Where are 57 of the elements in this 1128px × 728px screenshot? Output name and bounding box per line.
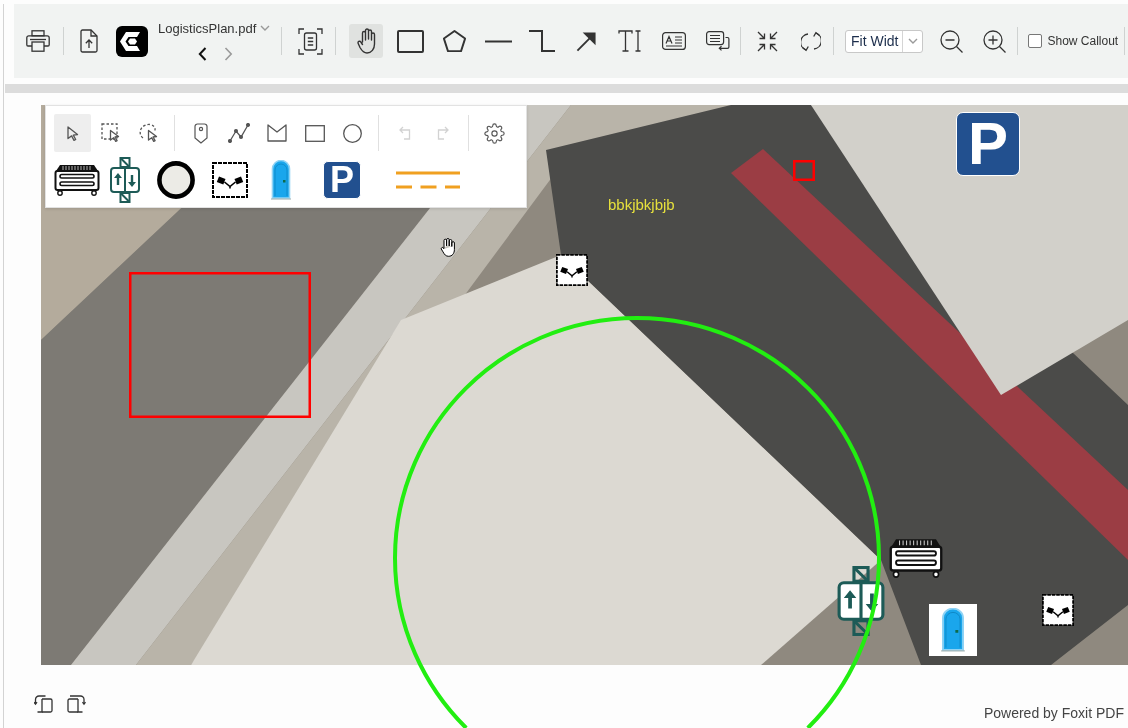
file-name[interactable]: LogisticsPlan.pdf — [158, 20, 257, 36]
logo-icon — [116, 25, 148, 57]
arrow-icon — [575, 30, 597, 52]
file-upload-icon — [80, 29, 98, 53]
dumpster-icon — [889, 538, 943, 578]
hand-tool-button[interactable] — [349, 24, 383, 58]
rotate-left-button[interactable] — [33, 693, 53, 713]
pentagon-icon — [441, 29, 467, 53]
fit-page-icon — [297, 27, 323, 55]
crossed-flags-icon — [556, 254, 588, 286]
text-cursor-icon — [618, 30, 642, 52]
portable-toilet-icon — [929, 604, 977, 656]
elevator-icon — [836, 566, 886, 636]
text-annotation: bbkjbkjbjb — [608, 196, 675, 213]
rotate-left-icon — [33, 693, 53, 713]
chevron-left-icon — [197, 47, 207, 61]
zoom-out-icon — [939, 29, 963, 53]
pin-icon — [193, 122, 208, 144]
redo-icon — [435, 126, 450, 140]
show-callout-label[interactable]: Show Callout — [1047, 34, 1119, 48]
rotate-right-button[interactable] — [66, 693, 86, 713]
printer-icon — [26, 30, 50, 52]
elevator-icon[interactable] — [109, 156, 141, 203]
lasso-select-icon — [138, 122, 159, 144]
crossed-flags-icon[interactable] — [212, 161, 248, 198]
zoom-in-icon — [982, 29, 1006, 53]
polyline-icon — [227, 123, 250, 143]
rectangle-icon — [304, 124, 325, 142]
caret-icon — [907, 38, 918, 44]
parking-sign: P — [956, 112, 1020, 176]
text-box-icon — [662, 32, 686, 50]
rotate-arrows-icon — [801, 29, 821, 53]
polygon-icon — [266, 124, 287, 142]
chevron-right-icon — [223, 47, 233, 61]
powered-by-text: Powered by Foxit PDF — [983, 705, 1124, 721]
dumpster-icon[interactable] — [54, 163, 100, 196]
marquee-select-icon — [100, 122, 121, 144]
checkbox[interactable] — [1028, 34, 1043, 48]
pointer-tool-button[interactable] — [54, 114, 91, 152]
zoom-select[interactable]: Fit Widt — [845, 29, 924, 53]
rectangle-icon — [396, 29, 424, 53]
collapse-arrows-icon — [756, 30, 778, 52]
hand-cursor-icon — [440, 238, 456, 257]
portable-toilet-icon[interactable] — [270, 159, 292, 200]
undo-icon — [397, 126, 412, 140]
settings-icon — [484, 122, 505, 144]
crossed-flags-icon — [1042, 594, 1074, 626]
elbow-line-icon — [529, 30, 555, 52]
rotate-right-icon — [66, 693, 86, 713]
line-icon — [484, 39, 512, 43]
comment-icon — [706, 30, 730, 52]
pointer-icon — [66, 125, 79, 141]
caret-icon — [260, 25, 271, 31]
circle-icon — [343, 123, 362, 143]
hand-icon — [356, 28, 376, 54]
ring-icon[interactable] — [157, 160, 195, 199]
parking-sign[interactable]: P — [323, 160, 361, 199]
